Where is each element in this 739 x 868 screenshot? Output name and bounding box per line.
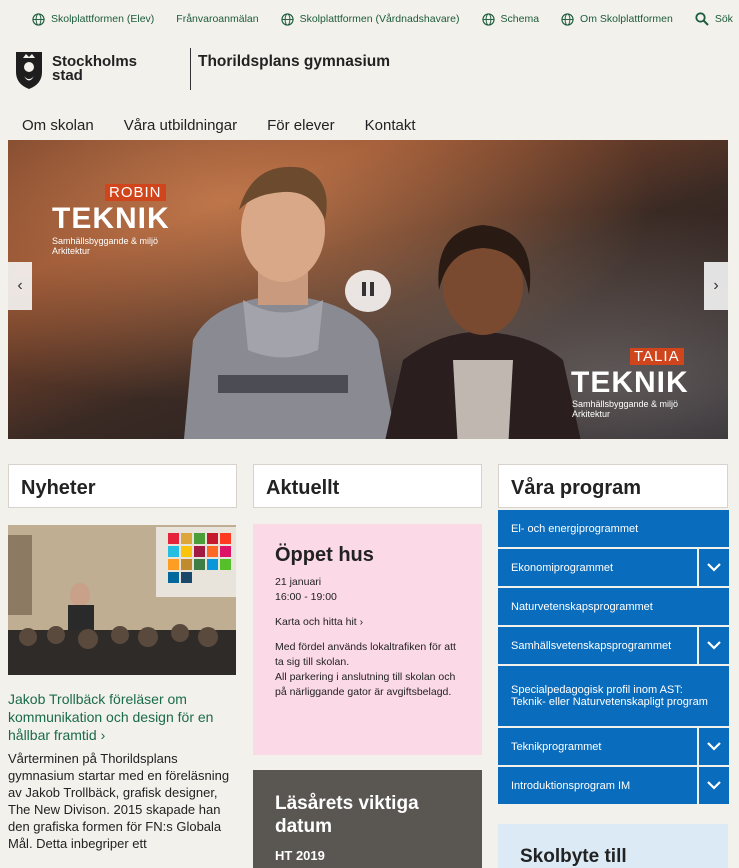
globe-icon: [32, 12, 45, 26]
chevron-right-icon: ›: [713, 277, 719, 294]
program-list: El- och energiprogrammet Ekonomiprogramm…: [498, 510, 729, 806]
event-title: Öppet hus: [275, 544, 374, 566]
search-icon: [695, 12, 709, 26]
top-link-label: Frånvaroanmälan: [176, 13, 259, 25]
program-label[interactable]: Teknikprogrammet: [498, 728, 697, 765]
logo-wordmark: Stockholms stad: [52, 54, 137, 84]
hero-sub-left-2: Arkitektur: [52, 246, 91, 256]
globe-icon: [561, 12, 574, 26]
hero-program-right: TEKNIK: [571, 366, 689, 399]
stockholm-logo[interactable]: Stockholms stad: [14, 48, 137, 90]
carousel-pause-button[interactable]: [345, 270, 391, 312]
chevron-down-icon: [707, 781, 721, 790]
program-item-teknik[interactable]: Teknikprogrammet: [498, 728, 729, 765]
program-label[interactable]: Ekonomiprogrammet: [498, 549, 697, 586]
top-link-label: Skolplattformen (Elev): [51, 13, 155, 25]
city-crest-icon: [16, 52, 42, 89]
top-link-schema[interactable]: Schema: [481, 12, 540, 26]
hero-sub-left-1: Samhällsbyggande & miljö: [52, 236, 159, 246]
news-article-excerpt: Vårterminen på Thorildsplans gymnasium s…: [8, 751, 230, 851]
important-dates-card[interactable]: Läsårets viktiga datum HT 2019: [253, 770, 482, 868]
program-label[interactable]: Samhällsvetenskapsprogrammet: [498, 627, 697, 664]
program-label[interactable]: Naturvetenskapsprogrammet: [498, 588, 729, 625]
important-dates-title: Läsårets viktiga datum: [275, 793, 419, 837]
program-label[interactable]: Introduktionsprogram IM: [498, 767, 697, 804]
chevron-left-icon: ‹: [17, 277, 23, 294]
top-link-label: Om Skolplattformen: [580, 13, 673, 25]
skolbyte-card[interactable]: Skolbyte till: [498, 824, 728, 868]
nav-item-for-elever[interactable]: För elever: [267, 117, 335, 134]
globe-icon: [280, 12, 294, 26]
top-link-skolplattformen-vardnadshavare[interactable]: Skolplattformen (Vårdnadshavare): [280, 12, 460, 26]
expand-toggle[interactable]: [699, 549, 729, 586]
school-name[interactable]: Thorildsplans gymnasium: [198, 53, 390, 71]
hero-carousel: ROBIN TEKNIK Samhällsbyggande & miljö Ar…: [8, 140, 728, 439]
program-label[interactable]: Specialpedagogisk profil inom AST: Tekni…: [498, 666, 729, 726]
event-card: Öppet hus 21 januari 16:00 - 19:00 Karta…: [253, 524, 482, 755]
top-link-label: Skolplattformen (Vårdnadshavare): [299, 13, 460, 25]
chevron-down-icon: [707, 563, 721, 572]
nav-item-vara-utbildningar[interactable]: Våra utbildningar: [124, 117, 237, 134]
top-link-skolplattformen-elev[interactable]: Skolplattformen (Elev): [32, 12, 155, 26]
chevron-down-icon: [707, 742, 721, 751]
nav-item-om-skolan[interactable]: Om skolan: [22, 117, 94, 134]
hero-program-left: TEKNIK: [52, 202, 170, 235]
top-link-franvaroanmalan[interactable]: Frånvaroanmälan: [176, 13, 258, 25]
important-dates-term: HT 2019: [275, 848, 325, 863]
carousel-prev-button[interactable]: ‹: [8, 262, 32, 310]
program-item-el-energi[interactable]: El- och energiprogrammet: [498, 510, 729, 547]
pause-icon: [360, 281, 376, 301]
program-item-introduktion[interactable]: Introduktionsprogram IM: [498, 767, 729, 804]
news-image[interactable]: [8, 525, 236, 675]
expand-toggle[interactable]: [699, 728, 729, 765]
main-nav: Om skolan Våra utbildningar För elever K…: [22, 117, 446, 134]
hero-sub-right-1: Samhällsbyggande & miljö: [572, 399, 679, 409]
hero-name-tag-robin: ROBIN: [105, 184, 166, 201]
aktuellt-heading: Aktuellt: [253, 464, 482, 508]
program-heading: Våra program: [498, 464, 728, 508]
hero-name-tag-talia: TALIA: [630, 348, 684, 365]
globe-icon: [481, 12, 495, 26]
utility-nav: Skolplattformen (Elev) Frånvaroanmälan S…: [0, 0, 739, 38]
search-button[interactable]: Sök: [695, 12, 733, 26]
program-item-samhallsvetenskap[interactable]: Samhällsvetenskapsprogrammet: [498, 627, 729, 664]
news-heading: Nyheter: [8, 464, 237, 508]
nav-item-kontakt[interactable]: Kontakt: [365, 117, 416, 134]
event-time: 16:00 - 19:00: [275, 591, 337, 603]
event-info-2: All parkering i anslutning till skolan o…: [275, 671, 456, 698]
event-date: 21 januari: [275, 576, 322, 588]
student-photo-talia: [385, 225, 581, 439]
program-item-specialpedagogisk[interactable]: Specialpedagogisk profil inom AST: Tekni…: [498, 666, 729, 726]
expand-toggle[interactable]: [699, 627, 729, 664]
news-article-link[interactable]: Jakob Trollbäck föreläser om kommunikati…: [8, 690, 238, 744]
hero-sub-right-2: Arkitektur: [572, 409, 611, 419]
logo-line2: stad: [52, 67, 83, 84]
expand-toggle[interactable]: [699, 767, 729, 804]
program-item-ekonomi[interactable]: Ekonomiprogrammet: [498, 549, 729, 586]
program-label[interactable]: El- och energiprogrammet: [498, 510, 729, 547]
top-link-om-skolplattformen[interactable]: Om Skolplattformen: [561, 12, 673, 26]
event-info-1: Med fördel används lokaltrafiken för att…: [275, 641, 456, 668]
program-item-naturvetenskap[interactable]: Naturvetenskapsprogrammet: [498, 588, 729, 625]
search-label: Sök: [714, 13, 733, 25]
site-header: Stockholms stad Thorildsplans gymnasium: [14, 46, 734, 92]
carousel-next-button[interactable]: ›: [704, 262, 728, 310]
top-link-label: Schema: [500, 13, 540, 25]
header-divider: [190, 48, 191, 90]
chevron-down-icon: [707, 641, 721, 650]
map-link[interactable]: Karta och hitta hit ›: [275, 615, 460, 630]
